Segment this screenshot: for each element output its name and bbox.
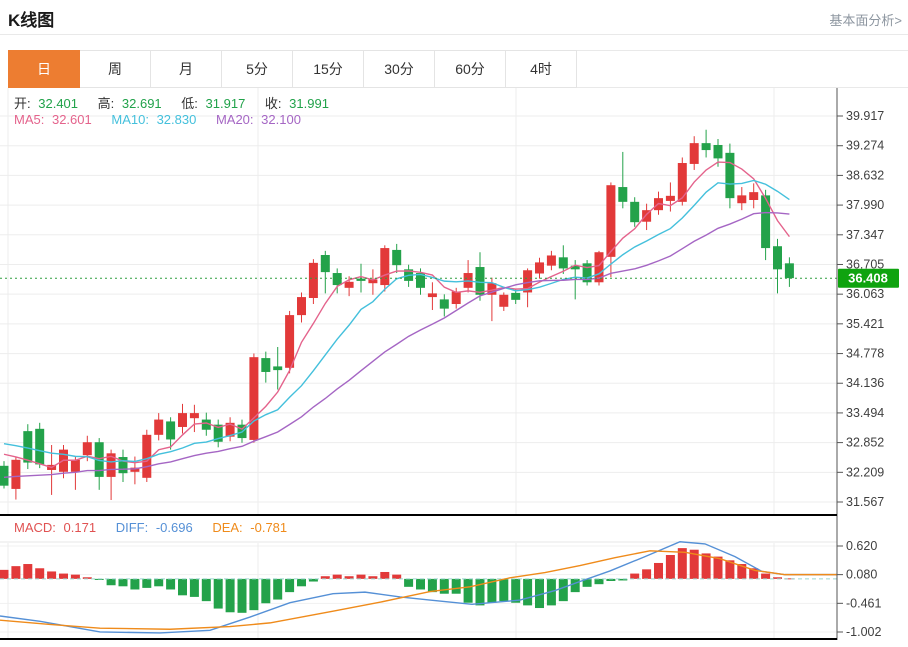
ma5-label: MA5:: [14, 112, 44, 127]
fundamental-analysis-link[interactable]: 基本面分析>: [829, 10, 902, 29]
close-value: 31.991: [289, 96, 329, 111]
svg-text:32.209: 32.209: [846, 465, 884, 479]
ma20-label: MA20:: [216, 112, 254, 127]
tab-day[interactable]: 日: [8, 50, 80, 88]
gridlines: [0, 88, 837, 639]
svg-text:33.494: 33.494: [846, 406, 884, 420]
svg-text:31.567: 31.567: [846, 495, 884, 509]
ma20-value: 32.100: [261, 112, 301, 127]
tab-4hour[interactable]: 4时: [506, 50, 577, 88]
dea-label: DEA:: [212, 520, 242, 535]
ma5-value: 32.601: [52, 112, 92, 127]
diff-label: DIFF:: [116, 520, 149, 535]
title-divider: [0, 34, 908, 35]
high-label: 高:: [98, 96, 115, 111]
tab-15min[interactable]: 15分: [293, 50, 364, 88]
low-value: 31.917: [206, 96, 246, 111]
candlesticks: [0, 130, 794, 500]
ma10-value: 32.830: [157, 112, 197, 127]
ma5-line: [4, 162, 789, 467]
low-label: 低:: [181, 96, 198, 111]
tab-60min[interactable]: 60分: [435, 50, 506, 88]
svg-text:0.080: 0.080: [846, 568, 877, 582]
ma10-label: MA10:: [111, 112, 149, 127]
ma10-line: [4, 180, 789, 461]
macd-label: MACD:: [14, 520, 56, 535]
page-title: K线图: [8, 6, 54, 31]
close-label: 收:: [265, 96, 282, 111]
tab-bar-filler: [577, 50, 908, 88]
svg-text:-1.002: -1.002: [846, 625, 881, 639]
dea-line: [0, 551, 837, 629]
tab-month[interactable]: 月: [151, 50, 222, 88]
svg-text:36.063: 36.063: [846, 287, 884, 301]
dea-value: -0.781: [250, 520, 287, 535]
svg-text:36.408: 36.408: [848, 271, 888, 286]
svg-text:37.990: 37.990: [846, 198, 884, 212]
tab-30min[interactable]: 30分: [364, 50, 435, 88]
diff-value: -0.696: [156, 520, 193, 535]
tab-week[interactable]: 周: [80, 50, 151, 88]
svg-text:38.632: 38.632: [846, 168, 884, 182]
svg-text:-0.461: -0.461: [846, 596, 881, 610]
tab-5min[interactable]: 5分: [222, 50, 293, 88]
svg-text:34.136: 34.136: [846, 376, 884, 390]
open-label: 开:: [14, 96, 31, 111]
high-value: 32.691: [122, 96, 162, 111]
svg-text:39.917: 39.917: [846, 109, 884, 123]
ma10-line: [4, 180, 789, 461]
axis-labels: 39.91739.27438.63237.99037.34736.70536.0…: [837, 109, 884, 639]
ma-info-row: MA5: 32.601 MA10: 32.830 MA20: 32.100: [14, 112, 305, 127]
svg-text:32.852: 32.852: [846, 436, 884, 450]
ohlc-info-row: 开: 32.401 高: 32.691 低: 31.917 收: 31.991: [14, 93, 333, 112]
dea-line: [0, 551, 837, 629]
svg-text:0.620: 0.620: [846, 539, 877, 553]
open-value: 32.401: [38, 96, 78, 111]
macd-info-row: MACD: 0.171 DIFF: -0.696 DEA: -0.781: [14, 520, 291, 535]
macd-value: 0.171: [64, 520, 97, 535]
period-tab-bar: 日 周 月 5分 15分 30分 60分 4时: [8, 50, 908, 88]
svg-text:35.421: 35.421: [846, 317, 884, 331]
svg-text:37.347: 37.347: [846, 228, 884, 242]
svg-text:34.778: 34.778: [846, 347, 884, 361]
kline-chart-canvas[interactable]: 39.91739.27438.63237.99037.34736.70536.0…: [0, 88, 908, 647]
last-price-badge: 36.408: [838, 269, 899, 288]
svg-text:39.274: 39.274: [846, 139, 884, 153]
ma5-line: [4, 162, 789, 467]
